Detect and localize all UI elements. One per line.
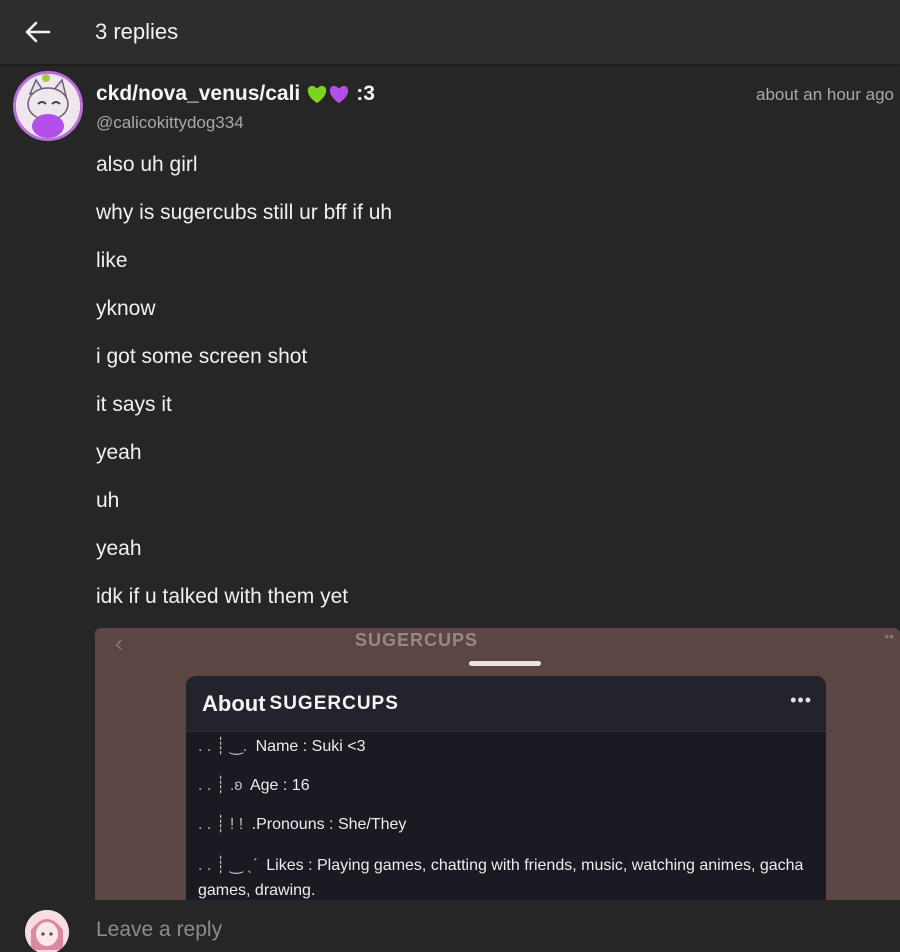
about-row-name: . . ┊ ‿. Name : Suki <3 [198,736,814,775]
arrow-left-icon [25,21,51,43]
message-line: i got some screen shot [96,345,308,368]
more-icon: •• [884,628,894,644]
purple-heart-icon [330,85,349,104]
current-user-avatar[interactable] [25,910,69,952]
row-value: Suki <3 [311,738,366,755]
more-options-icon: ••• [790,690,812,710]
about-row-age: . . ┊ .ʚ Age : 16 [198,775,814,814]
screenshot-topbar: ‹ SUGERCUPS •• [95,628,900,658]
about-title: About [202,690,266,716]
author-name-suffix: :3 [356,82,375,105]
back-button[interactable] [0,0,76,64]
row-value: She/They [337,816,407,833]
about-card: About SUGERCUPS ••• . . ┊ ‿. Name : Suki… [186,676,826,900]
message-list: also uh girl why is sugercubs still ur b… [96,152,392,632]
reply-composer [0,900,900,952]
row-label: Likes : [266,857,313,874]
about-title-name: SUGERCUPS [269,692,399,714]
message-line: yeah [96,537,142,560]
user-avatar-image [25,910,69,952]
about-row-pronouns: . . ┊ ! ! .Pronouns : She/They [198,814,814,853]
green-heart-icon [308,85,327,104]
row-prefix: . . ┊ ‿. [198,738,248,755]
attached-screenshot[interactable]: ‹ SUGERCUPS •• About SUGERCUPS ••• . . ┊… [95,628,900,900]
message-line: also uh girl [96,153,198,176]
about-card-header: About SUGERCUPS ••• [186,676,826,732]
author-handle: @calicokittydog334 [96,113,244,132]
row-label: Age : [249,777,288,794]
message-line: why is sugercubs still ur bff if uh [96,201,393,224]
row-prefix: . . ┊ ! ! [198,816,244,833]
avatar-image [16,74,80,138]
post-timestamp: about an hour ago [755,85,894,104]
top-bar: 3 replies [0,0,900,64]
reply-input[interactable] [96,918,876,942]
row-prefix: . . ┊ ‿ ˎˊ [198,857,258,874]
message-line: like [96,249,128,272]
about-row-likes: . . ┊ ‿ ˎˊ Likes : Playing games, chatti… [198,853,814,900]
message-line: yknow [96,297,156,320]
screenshot-top-title: SUGERCUPS [355,630,479,650]
drag-handle [469,661,541,666]
page-title: 3 replies [95,19,179,44]
message-line: it says it [96,393,172,416]
message-line: uh [96,489,120,512]
about-rows: . . ┊ ‿. Name : Suki <3 . . ┊ .ʚ Age : 1… [186,732,826,900]
row-value: 16 [291,777,310,794]
message-line: yeah [96,441,142,464]
author-name-text: ckd/nova_venus/cali [96,82,301,105]
row-label: .Pronouns : [251,816,334,833]
author-avatar[interactable] [13,71,83,141]
row-label: Name : [255,738,308,755]
chevron-left-icon: ‹ [115,630,123,657]
author-name[interactable]: ckd/nova_venus/cali :3 [96,82,375,106]
row-prefix: . . ┊ .ʚ [198,777,243,794]
message-line: idk if u talked with them yet [96,585,349,608]
